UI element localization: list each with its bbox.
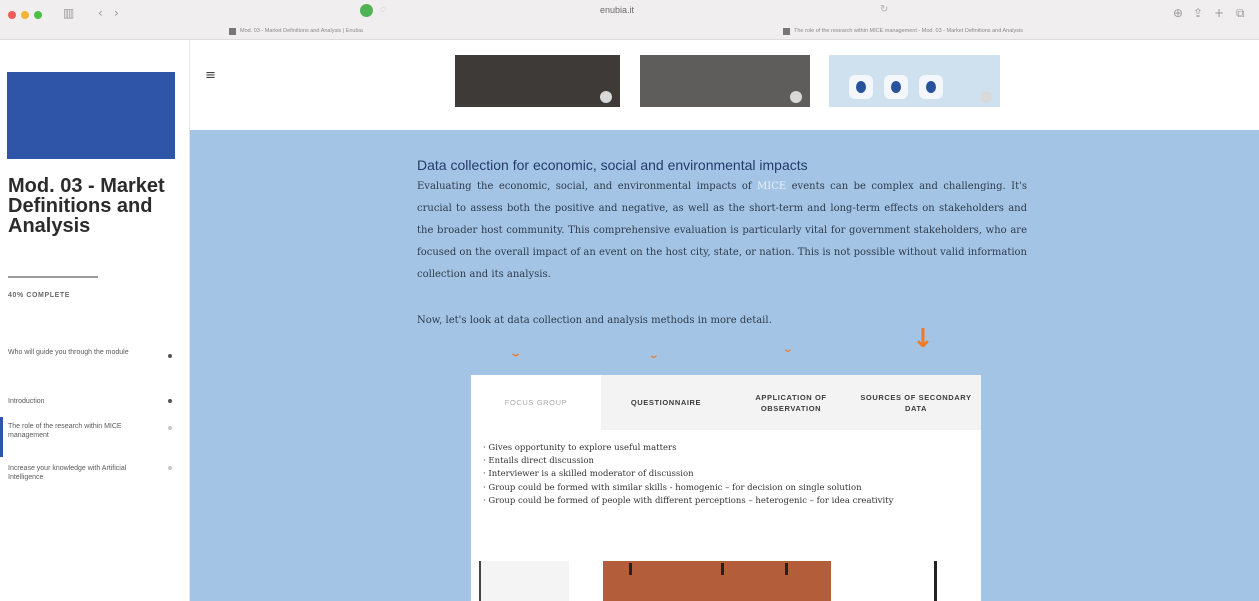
lesson-content: ≡ Data collection for economic, social a… xyxy=(190,40,1259,601)
mice-glossary-link[interactable]: MICE xyxy=(757,181,786,192)
address-bar[interactable]: ◌ enubia.it ↻ xyxy=(360,4,888,20)
list-item: · Gives opportunity to explore useful ma… xyxy=(483,443,677,453)
focus-group-image-left xyxy=(479,561,569,601)
droplet-icon xyxy=(849,75,873,99)
annotation-arrow-icon: ⌄ xyxy=(648,349,660,361)
browser-tab-label: The role of the research within MICE man… xyxy=(794,28,1023,34)
tab-favicon-icon xyxy=(783,27,790,35)
lesson-item-label: Increase your knowledge with Artificial … xyxy=(8,465,127,481)
tab-focus-group[interactable]: FOCUS GROUP xyxy=(471,375,601,430)
url-text[interactable]: enubia.it xyxy=(600,5,634,15)
share-icon[interactable]: ⇪ xyxy=(1193,6,1203,20)
annotation-arrow-icon: ⌄ xyxy=(782,343,794,355)
lesson-item-label: Who will guide you through the module xyxy=(8,349,129,356)
focus-group-image-room xyxy=(603,561,831,601)
thumbnail-badge-icon xyxy=(790,91,802,103)
methods-intro: Now, let's look at data collection and a… xyxy=(417,315,772,326)
section-heading: Data collection for economic, social and… xyxy=(417,157,808,173)
focus-group-points: · Gives opportunity to explore useful ma… xyxy=(483,442,971,508)
browser-chrome: ▥ ‹ › ◌ enubia.it ↻ ⊕ ⇪ + ⧉ Mod. 03 - Ma… xyxy=(0,0,1259,40)
forward-icon[interactable]: › xyxy=(114,6,119,20)
active-lesson-indicator xyxy=(0,417,3,457)
list-item: · Interviewer is a skilled moderator of … xyxy=(483,469,694,480)
lesson-item-research-role[interactable]: The role of the research within MICE man… xyxy=(0,417,190,457)
maximize-window-button[interactable] xyxy=(34,11,42,19)
minimize-window-button[interactable] xyxy=(21,11,29,19)
lesson-thumbnail-3[interactable] xyxy=(829,55,1000,107)
section-paragraph: Evaluating the economic, social, and env… xyxy=(417,176,1027,286)
back-icon[interactable]: ‹ xyxy=(98,6,103,20)
lamp-icon xyxy=(721,563,724,575)
title-divider xyxy=(8,276,98,278)
privacy-shield-icon[interactable] xyxy=(360,4,373,17)
browser-tab-1[interactable]: Mod. 03 - Market Definitions and Analysi… xyxy=(229,24,363,38)
tab-secondary-data[interactable]: SOURCES OF SECONDARY DATA xyxy=(851,375,981,430)
annotation-arrow-icon: ↓ xyxy=(912,324,934,354)
focus-group-image-right xyxy=(934,561,937,601)
progress-label: 40% COMPLETE xyxy=(8,292,71,299)
tab-favicon-icon xyxy=(229,27,236,35)
course-sidebar: Mod. 03 - Market Definitions and Analysi… xyxy=(0,40,190,601)
paragraph-end: events can be complex and challenging. I… xyxy=(417,181,1027,280)
lamp-icon xyxy=(629,563,632,575)
lesson-status-icon xyxy=(168,354,172,358)
thumbnail-badge-icon xyxy=(600,91,612,103)
bubbles-icon xyxy=(884,75,908,99)
reader-icon[interactable]: ◌ xyxy=(380,4,386,15)
lesson-status-icon xyxy=(168,426,172,430)
list-item: · Group could be formed of people with d… xyxy=(483,495,894,506)
content-panel: Data collection for economic, social and… xyxy=(190,130,1259,601)
browser-tab-label: Mod. 03 - Market Definitions and Analysi… xyxy=(240,28,363,34)
tab-overview-icon[interactable]: ⧉ xyxy=(1236,6,1245,21)
tab-questionnaire[interactable]: QUESTIONNAIRE xyxy=(601,375,731,430)
close-window-button[interactable] xyxy=(8,11,16,19)
tab-observation[interactable]: APPLICATION OF OBSERVATION xyxy=(731,375,851,430)
heart-icon xyxy=(919,75,943,99)
lamp-icon xyxy=(785,563,788,575)
thumbnail-badge-icon xyxy=(980,91,992,103)
lesson-item-label: The role of the research within MICE man… xyxy=(8,423,122,439)
lesson-status-icon xyxy=(168,399,172,403)
new-tab-icon[interactable]: + xyxy=(1214,6,1224,20)
lesson-item-ai-knowledge[interactable]: Increase your knowledge with Artificial … xyxy=(0,457,190,497)
sidebar-toggle-icon[interactable]: ▥ xyxy=(63,6,74,20)
download-icon[interactable]: ⊕ xyxy=(1173,6,1183,20)
reload-icon[interactable]: ↻ xyxy=(880,4,888,15)
annotation-arrow-icon: ⌄ xyxy=(509,345,523,360)
menu-icon[interactable]: ≡ xyxy=(205,68,216,83)
paragraph-start: Evaluating the economic, social, and env… xyxy=(417,181,752,192)
course-cover-image xyxy=(7,72,175,159)
methods-tab-bar: FOCUS GROUP QUESTIONNAIRE APPLICATION OF… xyxy=(471,375,981,430)
window-controls xyxy=(8,11,42,19)
lesson-item-guide[interactable]: Who will guide you through the module xyxy=(0,340,190,380)
list-item: · Group could be formed with similar ski… xyxy=(483,482,862,493)
lesson-thumbnail-1[interactable] xyxy=(455,55,620,107)
list-item: · Entails direct discussion xyxy=(483,456,594,467)
browser-tab-2[interactable]: The role of the research within MICE man… xyxy=(783,24,1023,38)
methods-tabs-card: FOCUS GROUP QUESTIONNAIRE APPLICATION OF… xyxy=(471,375,981,601)
lesson-item-label: Introduction xyxy=(8,398,45,405)
course-title: Mod. 03 - Market Definitions and Analysi… xyxy=(8,175,165,237)
lesson-thumbnail-2[interactable] xyxy=(640,55,810,107)
lesson-status-icon xyxy=(168,466,172,470)
